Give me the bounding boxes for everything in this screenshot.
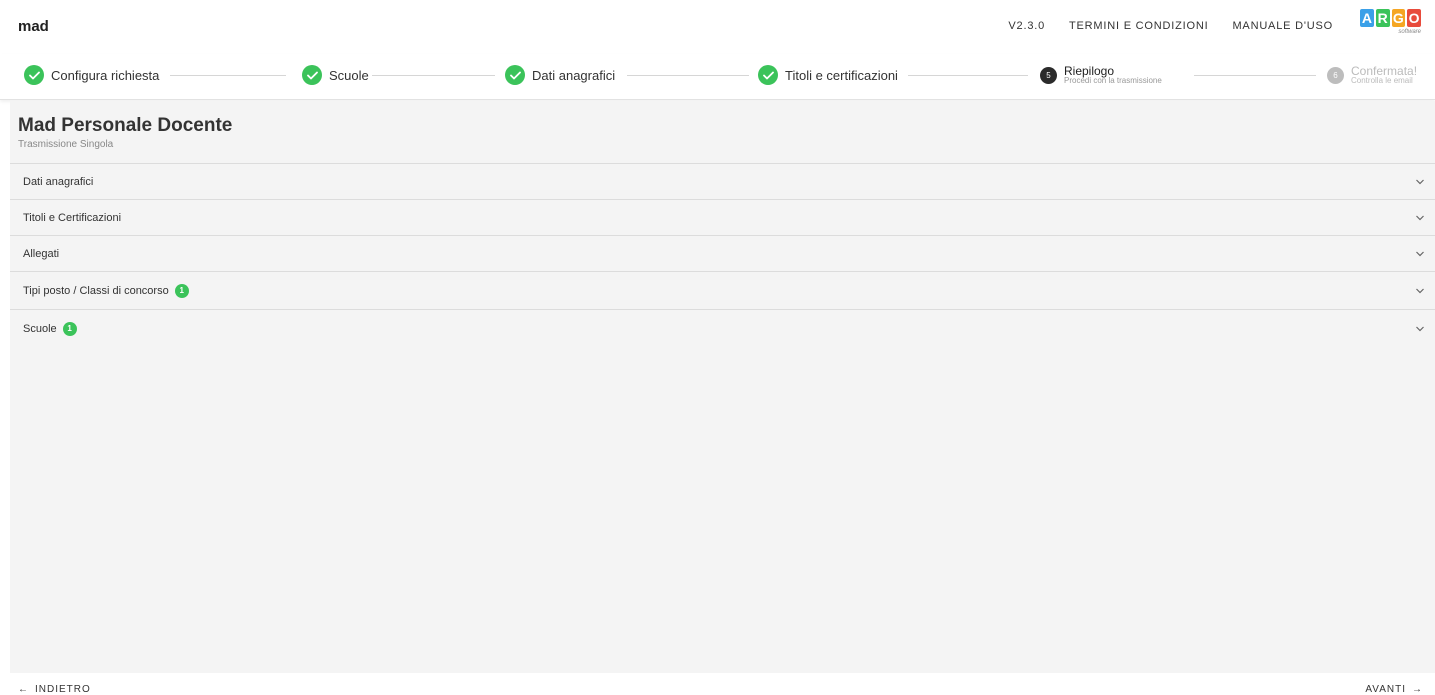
step-label: Scuole	[329, 67, 369, 83]
accordion-label: Allegati	[23, 247, 60, 260]
accordion-label: Dati anagrafici	[23, 175, 94, 188]
step-riepilogo[interactable]: 5 Riepilogo Procedi con la trasmissione	[1040, 64, 1162, 86]
step-titoli-certificazioni[interactable]: Titoli e certificazioni	[758, 64, 898, 86]
back-button-label: INDIETRO	[35, 684, 91, 695]
count-badge: 1	[174, 283, 189, 298]
logo-subtext: software	[1398, 29, 1421, 35]
step-label: Titoli e certificazioni	[785, 67, 898, 83]
check-circle-icon	[24, 65, 44, 85]
check-circle-icon	[302, 65, 322, 85]
check-circle-icon	[758, 65, 778, 85]
page-title: Mad Personale Docente	[18, 115, 233, 136]
step-sublabel: Procedi con la trasmissione	[1064, 76, 1162, 86]
version-label: V2.3.0	[1008, 20, 1046, 32]
chevron-down-icon	[1416, 215, 1424, 220]
chevron-down-icon	[1416, 326, 1424, 331]
chevron-down-icon	[1416, 288, 1424, 293]
argo-logo: A R G O software	[1360, 9, 1421, 41]
step-number: 6	[1327, 66, 1344, 84]
chevron-down-icon	[1416, 179, 1424, 184]
footer-nav: ← INDIETRO AVANTI →	[0, 673, 1435, 695]
accordion-label: Titoli e Certificazioni	[23, 211, 122, 224]
step-connector	[372, 75, 495, 76]
logo-letter: G	[1391, 9, 1406, 27]
manual-link[interactable]: MANUALE D'USO	[1232, 20, 1333, 32]
terms-link[interactable]: TERMINI E CONDIZIONI	[1069, 20, 1208, 32]
step-dati-anagrafici[interactable]: Dati anagrafici	[505, 64, 615, 86]
step-number: 5	[1040, 66, 1057, 84]
stepper: Configura richiesta Scuole Dati anagrafi…	[0, 54, 1435, 100]
accordion-list: Dati anagrafici Titoli e Certificazioni …	[10, 163, 1435, 347]
summary-panel: Mad Personale Docente Trasmissione Singo…	[10, 101, 1435, 673]
top-bar: mad V2.3.0 TERMINI E CONDIZIONI MANUALE …	[0, 0, 1435, 54]
count-badge: 1	[62, 321, 77, 336]
step-scuole[interactable]: Scuole	[302, 64, 369, 86]
step-connector	[1194, 75, 1316, 76]
check-circle-icon	[505, 65, 525, 85]
top-links: V2.3.0 TERMINI E CONDIZIONI MANUALE D'US…	[1008, 20, 1333, 32]
step-connector	[908, 75, 1028, 76]
step-label: Configura richiesta	[51, 67, 160, 83]
logo-letter: O	[1407, 9, 1421, 27]
logo-letter: A	[1360, 9, 1374, 27]
app-name: mad	[18, 18, 49, 35]
step-configura-richiesta[interactable]: Configura richiesta	[24, 64, 159, 86]
accordion-titoli-certificazioni[interactable]: Titoli e Certificazioni	[10, 199, 1435, 235]
arrow-right-icon: →	[1412, 684, 1423, 695]
step-connector	[627, 75, 749, 76]
step-label: Dati anagrafici	[532, 67, 616, 83]
next-button-label: AVANTI	[1365, 684, 1406, 695]
chevron-down-icon	[1416, 251, 1424, 256]
accordion-tipi-posto[interactable]: Tipi posto / Classi di concorso 1	[10, 271, 1435, 309]
accordion-dati-anagrafici[interactable]: Dati anagrafici	[10, 163, 1435, 199]
accordion-allegati[interactable]: Allegati	[10, 235, 1435, 271]
step-sublabel: Controlla le email	[1351, 76, 1413, 86]
logo-letter: R	[1375, 9, 1390, 27]
accordion-scuole[interactable]: Scuole 1	[10, 309, 1435, 347]
next-button[interactable]: AVANTI →	[1365, 684, 1423, 695]
arrow-left-icon: ←	[18, 684, 29, 695]
step-confermata: 6 Confermata! Controlla le email	[1327, 64, 1417, 86]
accordion-label: Tipi posto / Classi di concorso	[23, 284, 169, 297]
accordion-label: Scuole	[23, 322, 57, 335]
back-button[interactable]: ← INDIETRO	[18, 684, 91, 695]
step-connector	[170, 75, 286, 76]
page-subtitle: Trasmissione Singola	[18, 139, 114, 150]
